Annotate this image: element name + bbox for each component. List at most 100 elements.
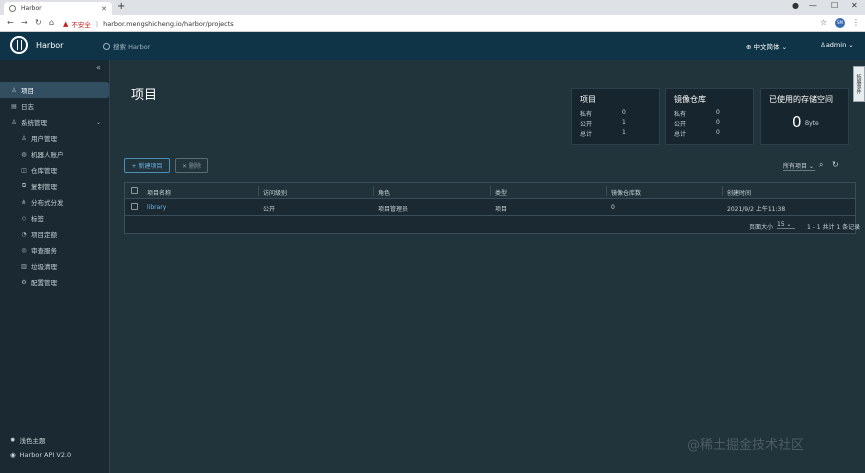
projects-icon: ♙ [11,86,17,94]
search-icon[interactable]: ⌕ [819,160,823,170]
sidebar: « ♙ 项目 ▤ 日志 ♙ 系统管理 ⌄ ♙ 用户管理 ◍ 机器人账户 ◫ 仓库管理 ⧉ 复制… [0,60,110,473]
page-size-select[interactable]: 15 ⌄ [777,221,795,229]
type: 项目 [495,206,508,213]
browser-tab[interactable]: Harbor ✕ [4,2,112,15]
url-separator: | [95,19,99,28]
insecure-label: 不安全 [71,20,91,29]
storage-unit: Byte [805,120,819,127]
forward-icon[interactable]: → [21,18,28,27]
user-menu[interactable]: ♙admin ⌄ [820,41,854,49]
column-header[interactable]: 类型 [495,188,507,197]
back-icon[interactable]: ← [7,18,14,27]
sidebar-item-label: 标签 [31,215,44,223]
sidebar-item-label: 日志 [21,103,34,111]
column-header[interactable]: 镜像仓库数 [611,188,641,197]
column-header[interactable]: 角色 [378,188,390,197]
project-name-link[interactable]: library [147,204,166,211]
brand-name[interactable]: Harbor [36,41,63,50]
column-divider[interactable] [606,186,607,196]
projects-summary-card: 项目 私有 0 公开 1 总计 1 [571,88,660,145]
theme-toggle[interactable]: ✹ 浅色主题 [10,435,45,445]
sidebar-item-robots[interactable]: ◍ 机器人账户 [0,146,109,162]
repo-count: 0 [611,204,615,211]
maximize-icon[interactable]: ☐ [831,1,838,10]
language-selector[interactable]: ⊕ 中文简体 ⌄ [746,41,787,51]
project-filter-select[interactable]: 所有项目 ⌄ [783,161,815,171]
sidebar-item-label: 分布式分发 [31,199,64,207]
sidebar-item-label: 垃圾清理 [31,263,57,271]
sidebar-item-scanners[interactable]: ◎ 审查服务 [0,242,109,258]
sidebar-item-registries[interactable]: ◫ 仓库管理 [0,162,109,178]
column-divider[interactable] [373,186,374,196]
page-title: 项目 [131,88,158,103]
table-row[interactable]: library 公开 项目管理员 项目 0 2021/9/2 上午11:38 [125,199,855,216]
reload-icon[interactable]: ↻ [35,18,42,27]
theme-label: 浅色主题 [19,437,46,445]
home-icon[interactable]: ⌂ [49,18,54,27]
sidebar-item-projects[interactable]: ♙ 项目 [0,82,109,98]
column-header[interactable]: 访问级别 [263,188,287,197]
scanner-icon: ◎ [21,246,27,254]
event-panel-tab[interactable]: 拓展事件 [853,66,865,102]
robot-icon: ◍ [21,150,27,158]
user-name: admin [825,41,847,49]
menu-kebab-icon[interactable]: ⋮ [852,18,860,27]
sidebar-item-distribution[interactable]: ⋔ 分布式分发 [0,194,109,210]
new-project-button[interactable]: + 新建项目 [124,158,170,173]
sidebar-item-labels[interactable]: ◇ 标签 [0,210,109,226]
sidebar-item-config[interactable]: ⚙ 配置管理 [0,274,109,290]
public-label: 公开 [580,121,593,128]
total-label: 总计 [580,131,593,138]
minimize-icon[interactable]: — [809,1,817,10]
column-divider[interactable] [722,186,723,196]
admin-icon: ♙ [11,118,17,126]
sidebar-item-logs[interactable]: ▤ 日志 [0,98,109,114]
column-header[interactable]: 项目名称 [147,188,171,197]
sidebar-item-admin[interactable]: ♙ 系统管理 ⌄ [0,114,109,130]
row-checkbox[interactable] [131,203,138,210]
close-tab-icon[interactable]: ✕ [101,5,107,13]
app-header: Harbor 搜索 Harbor ⊕ 中文简体 ⌄ ♙admin ⌄ [0,32,865,60]
globe-icon [9,5,16,12]
sidebar-item-label: 审查服务 [31,247,57,255]
warning-icon: ▲ [63,19,69,28]
sidebar-item-quotas[interactable]: ◔ 项目定额 [0,226,109,242]
collapse-sidebar-icon[interactable]: « [96,63,101,72]
api-icon: ◉ [10,451,16,459]
column-divider[interactable] [258,186,259,196]
harbor-logo-icon[interactable] [10,36,28,54]
replication-icon: ⧉ [21,182,27,189]
tag-icon: ◇ [21,214,27,222]
table-header: 项目名称 访问级别 角色 类型 镜像仓库数 创建时间 [125,183,855,199]
storage-summary-card: 已使用的存储空间 0 Byte [760,88,849,145]
select-all-checkbox[interactable] [131,187,138,194]
sidebar-item-label: 仓库管理 [31,167,57,175]
record-icon[interactable]: ● [792,1,799,10]
sidebar-item-gc[interactable]: ▥ 垃圾清理 [0,258,109,274]
delete-button[interactable]: ✕ 删除 [175,158,208,173]
storage-value: 0 [792,113,802,131]
role: 项目管理员 [378,206,409,213]
column-header[interactable]: 创建时间 [727,188,751,197]
chevron-down-icon: ⌄ [846,41,854,49]
card-title: 项目 [580,95,596,104]
chevron-down-icon: ⌄ [779,43,788,51]
column-divider[interactable] [490,186,491,196]
chevron-down-icon: ⌄ [807,163,814,170]
api-link[interactable]: ◉ Harbor API V2.0 [10,451,71,459]
quota-icon: ◔ [21,230,27,238]
bookmark-star-icon[interactable]: ☆ [820,18,827,27]
profile-avatar[interactable]: SM [835,18,845,28]
sidebar-item-users[interactable]: ♙ 用户管理 [0,130,109,146]
url-field[interactable]: ▲ 不安全 | harbor.mengshicheng.io/harbor/pr… [63,17,234,30]
filter-label: 所有项目 [783,163,808,170]
pagination-summary: 1 - 1 共计 1 条记录 [807,224,861,231]
close-window-icon[interactable]: ✕ [851,1,858,10]
sidebar-item-replication[interactable]: ⧉ 复制管理 [0,178,109,194]
search-icon [103,42,110,50]
sidebar-item-label: 用户管理 [31,135,57,143]
global-search[interactable]: 搜索 Harbor [103,41,150,51]
sidebar-item-label: 配置管理 [31,279,57,287]
new-tab-button[interactable]: + [117,1,125,12]
refresh-icon[interactable]: ↻ [832,160,839,169]
